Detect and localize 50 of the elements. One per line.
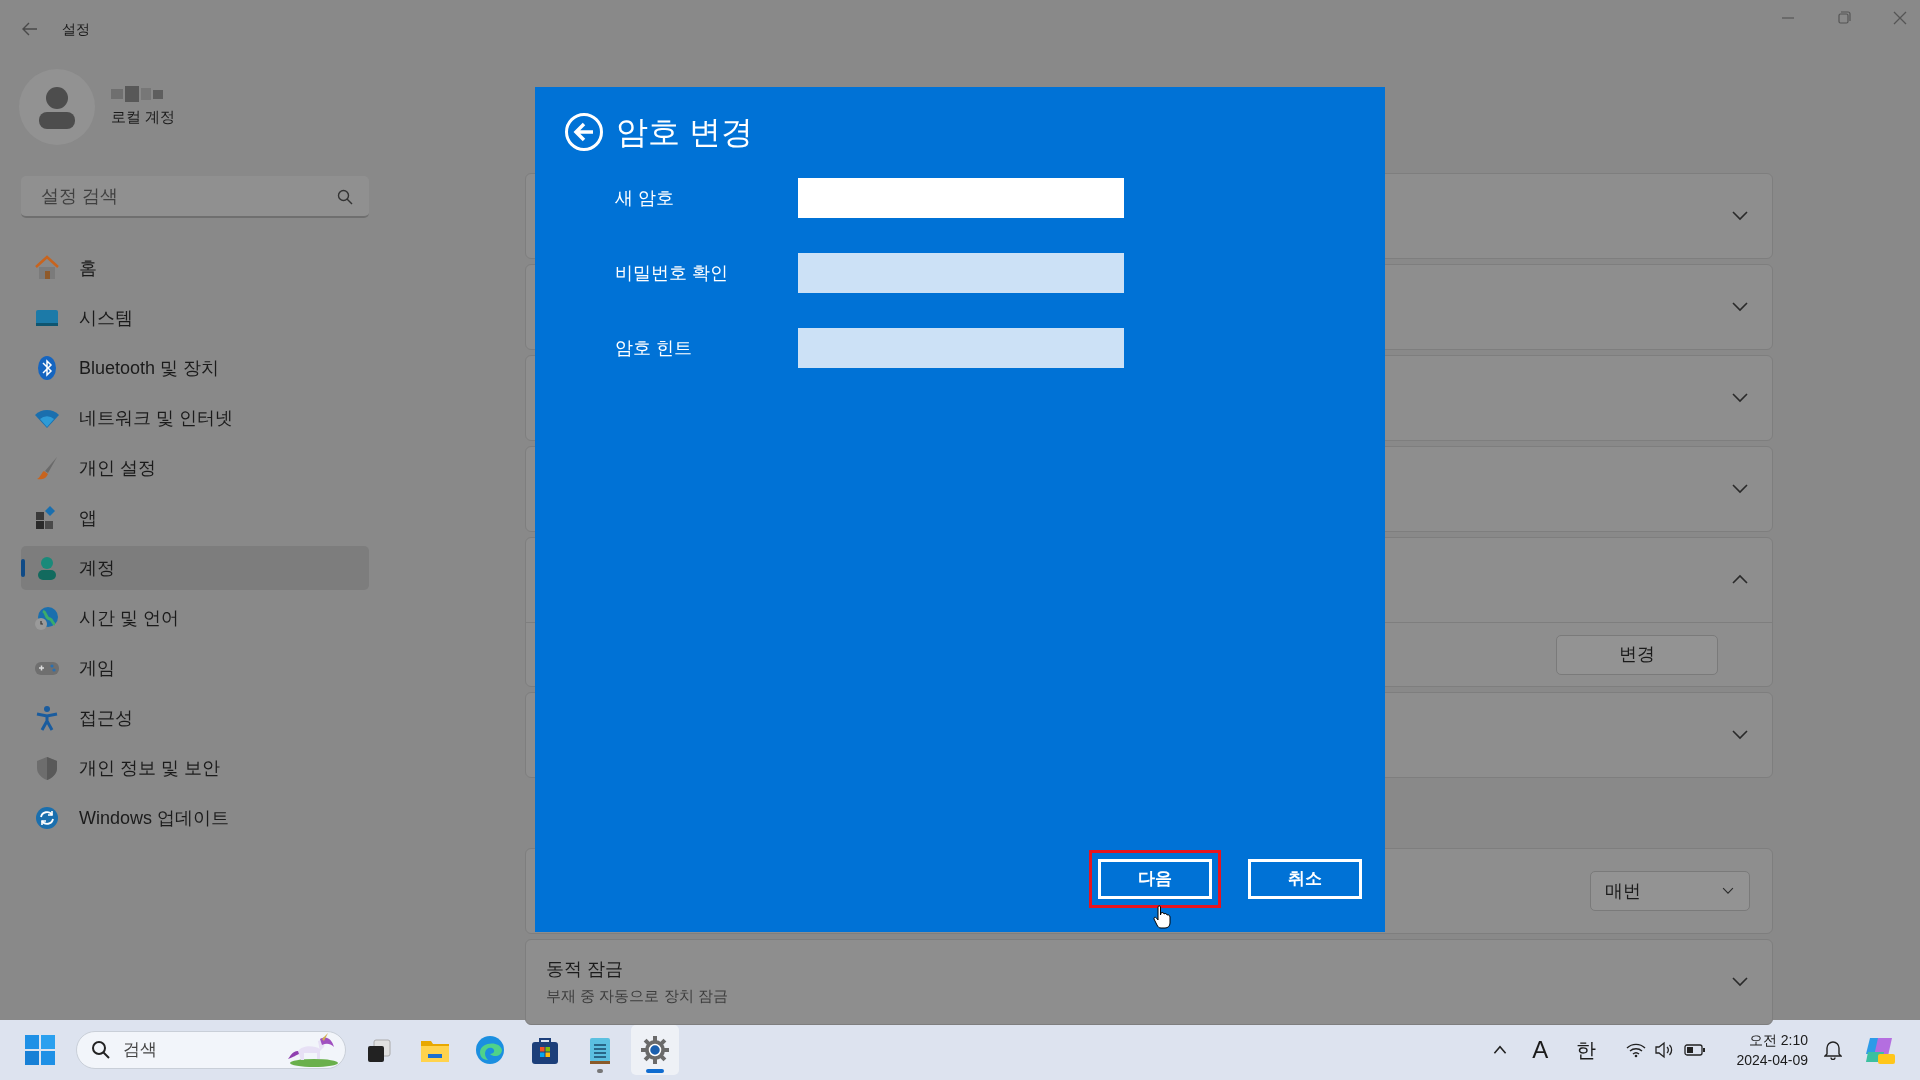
nav-item[interactable]: 시간 및 언어: [21, 596, 369, 640]
password-field[interactable]: [798, 253, 1124, 293]
nav-item[interactable]: 계정: [21, 546, 369, 590]
nav-item[interactable]: Bluetooth 및 장치: [21, 346, 369, 390]
start-icon[interactable]: [24, 1034, 56, 1066]
browser-icon: [474, 1034, 506, 1066]
search-icon: [337, 189, 353, 205]
field-label: 암호 힌트: [614, 336, 693, 360]
wifi-icon[interactable]: [1626, 1042, 1647, 1058]
nav-item[interactable]: 앱: [21, 496, 369, 540]
nav-item[interactable]: 게임: [21, 646, 369, 690]
nav-item[interactable]: 네트워크 및 인터넷: [21, 396, 369, 440]
update-icon: [33, 804, 61, 832]
field-label: 비밀번호 확인: [614, 261, 729, 285]
change-button[interactable]: 변경: [1556, 634, 1718, 675]
volume-icon[interactable]: [1654, 1041, 1675, 1059]
input-mode-indicator[interactable]: A: [1532, 1032, 1549, 1068]
hand-cursor-icon: [1153, 905, 1171, 929]
password-field[interactable]: [798, 178, 1124, 218]
bell-icon[interactable]: [1824, 1040, 1842, 1060]
avatar-icon: [19, 69, 95, 145]
password-field[interactable]: [798, 328, 1124, 368]
back-icon[interactable]: [564, 112, 604, 152]
input-language-indicator[interactable]: 한: [1576, 1035, 1597, 1065]
nav-item[interactable]: 홈: [21, 246, 369, 290]
taskbar-app-button[interactable]: [631, 1025, 679, 1075]
card-description: 부재 중 자동으로 장치 잠금: [546, 986, 728, 1007]
dialog-title: 암호 변경: [616, 113, 753, 152]
settings-icon: [639, 1034, 671, 1066]
window-title: 설정: [62, 19, 90, 39]
field-label: 새 암호: [614, 186, 675, 210]
account-type: 로컬 계정: [111, 106, 176, 127]
nav-item[interactable]: 개인 설정: [21, 446, 369, 490]
taskbar-search-field[interactable]: 검색: [76, 1031, 346, 1069]
dropdown[interactable]: 매번: [1590, 871, 1750, 911]
nav-item[interactable]: 시스템: [21, 296, 369, 340]
nav-item[interactable]: 개인 정보 및 보안: [21, 746, 369, 790]
redacted-name-icon: [111, 85, 163, 102]
dialog-button[interactable]: 다음: [1098, 859, 1212, 899]
search-icon: [91, 1040, 111, 1060]
globe-clock-icon: [33, 604, 61, 632]
home-icon: [33, 254, 61, 282]
card-title: 동적 잠금: [546, 958, 624, 982]
nav-item[interactable]: 접근성: [21, 696, 369, 740]
nav-item[interactable]: Windows 업데이트: [21, 796, 369, 840]
clock-date[interactable]: 2024-04-09: [1736, 1050, 1808, 1070]
dialog-button[interactable]: 취소: [1248, 859, 1362, 899]
battery-icon[interactable]: [1684, 1043, 1707, 1057]
clock-time[interactable]: 오전 2:10: [1748, 1030, 1808, 1050]
search-field[interactable]: 설정 검색: [21, 176, 369, 218]
